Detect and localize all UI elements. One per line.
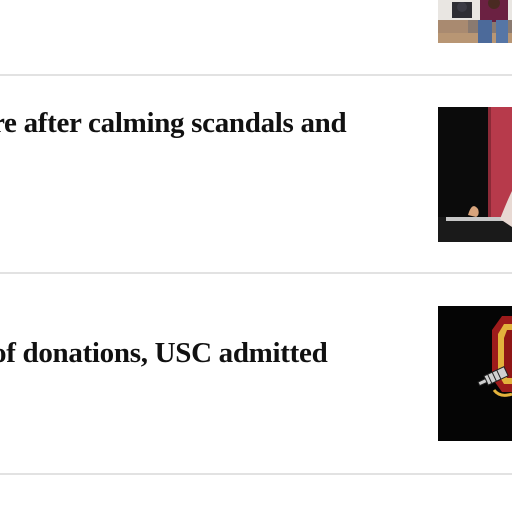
article-divider xyxy=(0,272,512,274)
article-feed: re after calming scandals and of donatio… xyxy=(0,0,512,512)
article-thumbnail-1[interactable] xyxy=(438,0,512,43)
article-headline[interactable]: re after calming scandals and xyxy=(0,106,412,140)
article-headline[interactable]: of donations, USC admitted xyxy=(0,336,412,370)
article-thumbnail-3[interactable] xyxy=(438,306,512,441)
article-divider xyxy=(0,473,512,475)
article-divider xyxy=(0,74,512,76)
article-thumbnail-2[interactable] xyxy=(438,107,512,242)
